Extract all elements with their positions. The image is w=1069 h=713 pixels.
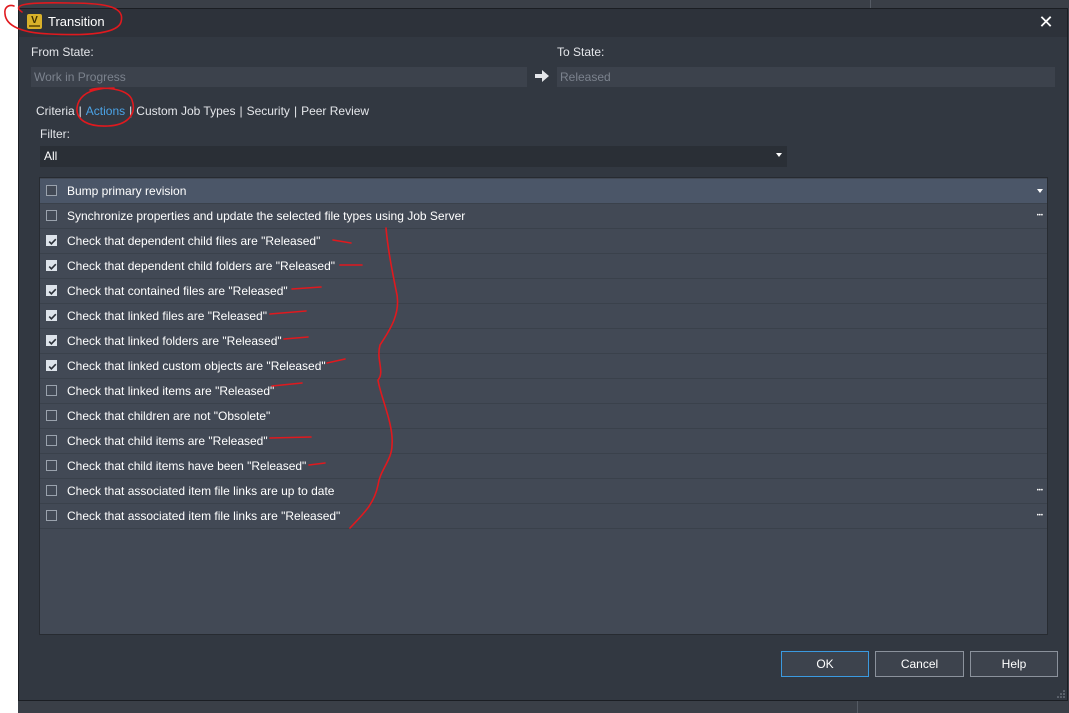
more-options-icon[interactable]: ••• <box>1037 513 1043 519</box>
filter-value: All <box>44 149 58 163</box>
tab-security[interactable]: Security <box>247 104 290 118</box>
list-item[interactable]: Bump primary revision <box>40 179 1047 204</box>
help-button[interactable]: Help <box>970 651 1058 677</box>
action-label: Check that linked items are "Released" <box>67 384 275 398</box>
more-options-icon[interactable]: ••• <box>1037 213 1043 219</box>
from-state-field: Work in Progress <box>31 67 527 87</box>
background-divider <box>857 701 858 713</box>
cancel-button[interactable]: Cancel <box>875 651 964 677</box>
list-item[interactable]: Check that linked files are "Released" <box>40 304 1047 329</box>
tab-peer-review[interactable]: Peer Review <box>301 104 369 118</box>
action-label: Check that linked custom objects are "Re… <box>67 359 326 373</box>
close-icon[interactable]: ✕ <box>1037 12 1055 32</box>
list-item[interactable]: Check that children are not "Obsolete" <box>40 404 1047 429</box>
background-window-strip <box>18 0 1069 8</box>
chevron-down-icon[interactable] <box>1037 189 1043 193</box>
list-item[interactable]: Check that associated item file links ar… <box>40 479 1047 504</box>
tab-bar: Criteria | Actions | Custom Job Types | Securi… <box>36 104 369 120</box>
action-label: Check that linked folders are "Released" <box>67 334 282 348</box>
filter-label: Filter: <box>40 127 70 141</box>
list-item[interactable]: Synchronize properties and update the se… <box>40 204 1047 229</box>
action-label: Check that associated item file links ar… <box>67 509 341 523</box>
chevron-down-icon <box>776 153 782 157</box>
action-label: Synchronize properties and update the se… <box>67 209 466 223</box>
transition-dialog: V Transition ✕ From State: Work in Progr… <box>18 8 1068 701</box>
action-checkbox[interactable] <box>46 485 57 496</box>
action-label: Check that linked files are "Released" <box>67 309 267 323</box>
ok-button[interactable]: OK <box>781 651 869 677</box>
action-checkbox[interactable] <box>46 335 57 346</box>
list-item[interactable]: Check that child items are "Released" <box>40 429 1047 454</box>
more-options-icon[interactable]: ••• <box>1037 488 1043 494</box>
list-item[interactable]: Check that dependent child files are "Re… <box>40 229 1047 254</box>
list-item[interactable]: Check that linked folders are "Released" <box>40 329 1047 354</box>
right-arrow-icon <box>535 70 549 82</box>
action-label: Check that dependent child files are "Re… <box>67 234 321 248</box>
list-item[interactable]: Check that dependent child folders are "… <box>40 254 1047 279</box>
resize-grip-icon[interactable] <box>1057 690 1065 698</box>
action-label: Check that child items have been "Releas… <box>67 459 307 473</box>
action-checkbox[interactable] <box>46 410 57 421</box>
list-item[interactable]: Check that contained files are "Released… <box>40 279 1047 304</box>
list-item[interactable]: Check that linked custom objects are "Re… <box>40 354 1047 379</box>
background-window-bottom <box>18 701 1069 713</box>
tab-separator: | <box>239 104 243 118</box>
list-item[interactable]: Check that child items have been "Releas… <box>40 454 1047 479</box>
list-item[interactable]: Check that associated item file links ar… <box>40 504 1047 529</box>
action-checkbox[interactable] <box>46 435 57 446</box>
action-label: Bump primary revision <box>67 184 187 198</box>
action-label: Check that associated item file links ar… <box>67 484 335 498</box>
action-checkbox[interactable] <box>46 310 57 321</box>
from-state-label: From State: <box>31 45 94 59</box>
tab-criteria[interactable]: Criteria <box>36 104 75 118</box>
action-checkbox[interactable] <box>46 185 57 196</box>
background-divider <box>870 0 871 8</box>
action-checkbox[interactable] <box>46 460 57 471</box>
filter-dropdown[interactable]: All <box>40 146 787 167</box>
dialog-titlebar[interactable]: V Transition ✕ <box>19 9 1067 37</box>
tab-separator: | <box>78 104 82 118</box>
to-state-field: Released <box>557 67 1055 87</box>
action-checkbox[interactable] <box>46 260 57 271</box>
action-checkbox[interactable] <box>46 385 57 396</box>
action-label: Check that children are not "Obsolete" <box>67 409 271 423</box>
action-label: Check that dependent child folders are "… <box>67 259 336 273</box>
to-state-label: To State: <box>557 45 605 59</box>
action-checkbox[interactable] <box>46 210 57 221</box>
action-checkbox[interactable] <box>46 360 57 371</box>
actions-list: Bump primary revision Synchronize propert… <box>39 177 1048 635</box>
action-label: Check that child items are "Released" <box>67 434 268 448</box>
action-checkbox[interactable] <box>46 285 57 296</box>
dialog-title: Transition <box>48 14 105 29</box>
tab-separator: | <box>129 104 133 118</box>
tab-actions[interactable]: Actions <box>86 104 125 118</box>
tab-custom-job-types[interactable]: Custom Job Types <box>136 104 235 118</box>
vault-app-icon: V <box>27 14 42 29</box>
action-checkbox[interactable] <box>46 235 57 246</box>
action-label: Check that contained files are "Released… <box>67 284 288 298</box>
action-checkbox[interactable] <box>46 510 57 521</box>
list-item[interactable]: Check that linked items are "Released" <box>40 379 1047 404</box>
tab-separator: | <box>293 104 298 118</box>
